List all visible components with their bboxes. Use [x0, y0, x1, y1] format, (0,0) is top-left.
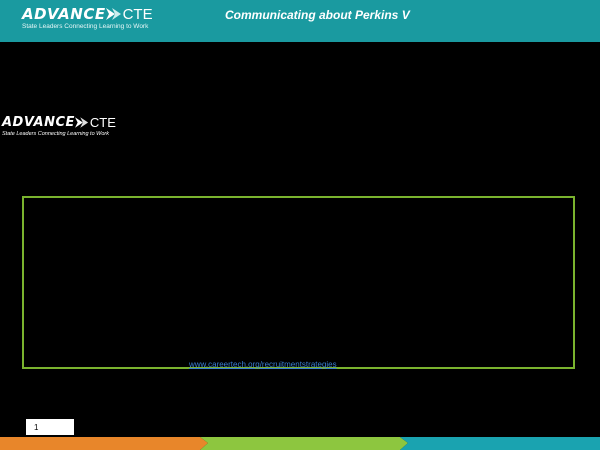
- header-bar: ADVANCE CTE State Leaders Connecting Lea…: [0, 0, 600, 42]
- body-logo-tagline: State Leaders Connecting Learning to Wor…: [2, 131, 110, 137]
- body-logo-arrow-icon: [74, 117, 89, 129]
- page-title: Communicating about Perkins V: [225, 8, 410, 22]
- logo-suffix: CTE: [122, 5, 153, 23]
- recruitment-strategies-link[interactable]: www.careertech.org/recruitmentstrategies: [189, 360, 337, 369]
- logo-arrow-icon: [105, 8, 121, 20]
- page-number: 1: [26, 419, 74, 435]
- footer-stripe: [0, 437, 600, 450]
- logo-word: ADVANCE: [22, 5, 106, 23]
- advance-cte-body-logo: ADVANCE CTE State Leaders Connecting Lea…: [2, 114, 116, 137]
- content-frame: [22, 196, 575, 369]
- body-logo-suffix: CTE: [89, 115, 116, 131]
- logo-tagline: State Leaders Connecting Learning to Wor…: [22, 23, 149, 31]
- advance-cte-logo: ADVANCE CTE State Leaders Connecting Lea…: [22, 5, 153, 30]
- body-logo-word: ADVANCE: [2, 115, 75, 131]
